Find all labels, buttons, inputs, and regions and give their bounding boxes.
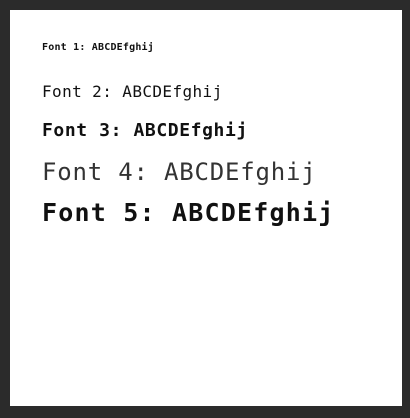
font-1-line: Font 1: ABCDEfghij: [42, 43, 154, 53]
display-screen: Font 1: ABCDEfghij Font 2: ABCDEfghij Fo…: [10, 10, 402, 406]
font-4-label: Font 4:: [42, 158, 149, 186]
font-5-sample: ABCDEfghij: [172, 198, 335, 227]
font-5-line: Font 5: ABCDEfghij: [42, 200, 335, 225]
font-2-label: Font 2:: [42, 82, 113, 101]
font-2-line: Font 2: ABCDEfghij: [42, 84, 223, 100]
font-1-label: Font 1:: [42, 42, 86, 53]
font-4-line: Font 4: ABCDEfghij: [42, 160, 317, 184]
font-4-sample: ABCDEfghij: [164, 158, 317, 186]
font-3-sample: ABCDEfghij: [133, 120, 248, 141]
font-5-label: Font 5:: [42, 198, 156, 227]
font-3-label: Font 3:: [42, 120, 123, 141]
font-1-sample: ABCDEfghij: [91, 42, 154, 53]
font-2-sample: ABCDEfghij: [122, 82, 223, 101]
display-frame: Font 1: ABCDEfghij Font 2: ABCDEfghij Fo…: [0, 0, 410, 418]
font-3-line: Font 3: ABCDEfghij: [42, 122, 248, 140]
